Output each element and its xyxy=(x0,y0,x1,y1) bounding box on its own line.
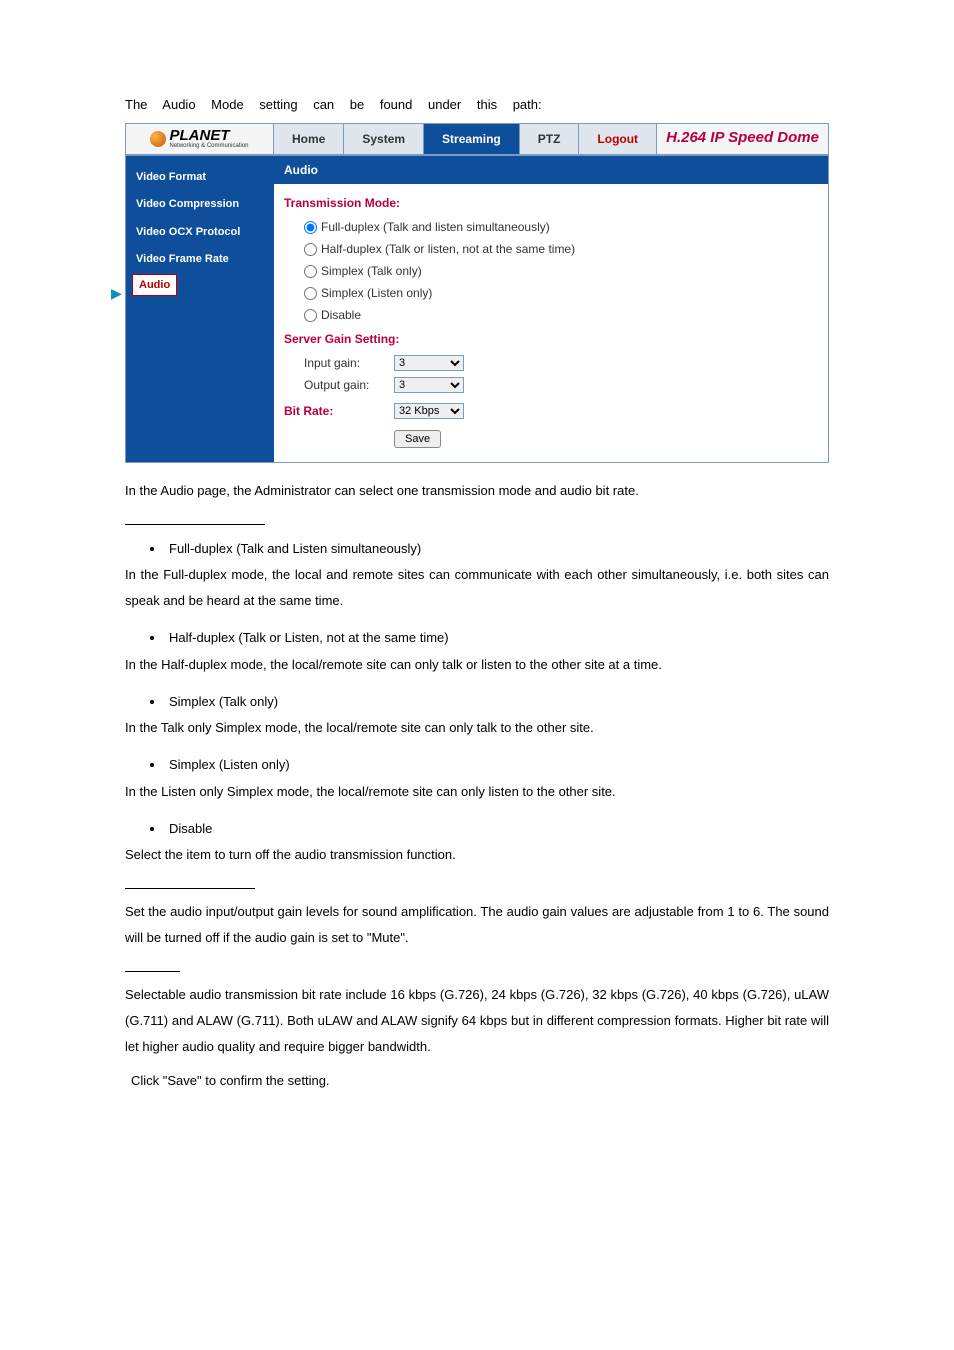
bullet-disable: Disable xyxy=(165,819,829,839)
radio-simplex-listen[interactable] xyxy=(304,287,317,300)
gain-text: Set the audio input/output gain levels f… xyxy=(125,899,829,951)
bullet-half-duplex: Half-duplex (Talk or Listen, not at the … xyxy=(165,628,829,648)
content-header: Audio xyxy=(274,156,828,184)
input-gain-select[interactable]: 3 xyxy=(394,355,464,371)
nav-ptz[interactable]: PTZ xyxy=(520,124,580,154)
server-gain-label: Server Gain Setting: xyxy=(284,330,818,348)
bitrate-label: Bit Rate: xyxy=(284,402,394,420)
radio-full-duplex-label: Full-duplex (Talk and listen simultaneou… xyxy=(321,220,550,234)
section-divider-2 xyxy=(125,888,255,889)
radio-full-duplex[interactable] xyxy=(304,221,317,234)
bullet-simplex-talk: Simplex (Talk only) xyxy=(165,692,829,712)
save-button[interactable]: Save xyxy=(394,430,441,448)
after-image-text: In the Audio page, the Administrator can… xyxy=(125,478,829,504)
bitrate-select[interactable]: 32 Kbps xyxy=(394,403,464,419)
output-gain-select[interactable]: 3 xyxy=(394,377,464,393)
sidebar-video-ocx[interactable]: Video OCX Protocol xyxy=(126,219,274,246)
input-gain-label: Input gain: xyxy=(304,354,394,372)
sidebar-video-compression[interactable]: Video Compression xyxy=(126,191,274,218)
sidebar-video-frame-rate[interactable]: Video Frame Rate xyxy=(126,246,274,273)
planet-logo: PLANET Networking & Communication xyxy=(150,128,248,149)
sidebar-video-format[interactable]: Video Format xyxy=(126,164,274,191)
globe-icon xyxy=(150,131,166,147)
sidebar-audio[interactable]: Audio xyxy=(132,274,177,297)
logo-text: PLANET xyxy=(169,128,248,143)
radio-simplex-talk-label: Simplex (Talk only) xyxy=(321,264,422,278)
logo-subtitle: Networking & Communication xyxy=(169,143,248,149)
product-brand: H.264 IP Speed Dome xyxy=(657,124,828,154)
bullet-full-duplex: Full-duplex (Talk and Listen simultaneou… xyxy=(165,539,829,559)
save-note: Click "Save" to confirm the setting. xyxy=(125,1068,829,1094)
sidebar: Video Format Video Compression Video OCX… xyxy=(126,156,274,462)
section-divider-1 xyxy=(125,524,265,525)
intro-text: The Audio Mode setting can be found unde… xyxy=(125,95,829,115)
radio-disable[interactable] xyxy=(304,309,317,322)
topbar: PLANET Networking & Communication Home S… xyxy=(126,124,828,156)
logo-cell: PLANET Networking & Communication xyxy=(126,124,274,154)
half-duplex-text: In the Half-duplex mode, the local/remot… xyxy=(125,652,829,678)
bullet-simplex-listen: Simplex (Listen only) xyxy=(165,755,829,775)
nav-system[interactable]: System xyxy=(344,124,424,154)
nav-streaming[interactable]: Streaming xyxy=(424,124,520,154)
disable-text: Select the item to turn off the audio tr… xyxy=(125,842,829,868)
simplex-talk-text: In the Talk only Simplex mode, the local… xyxy=(125,715,829,741)
bitrate-text: Selectable audio transmission bit rate i… xyxy=(125,982,829,1060)
transmission-mode-label: Transmission Mode: xyxy=(284,194,818,212)
nav-logout[interactable]: Logout xyxy=(579,124,657,154)
radio-simplex-listen-label: Simplex (Listen only) xyxy=(321,286,432,300)
radio-half-duplex[interactable] xyxy=(304,243,317,256)
section-divider-3 xyxy=(125,971,180,972)
sidebar-pointer-icon: ▶ xyxy=(111,283,122,304)
full-duplex-text: In the Full-duplex mode, the local and r… xyxy=(125,562,829,614)
radio-half-duplex-label: Half-duplex (Talk or listen, not at the … xyxy=(321,242,575,256)
simplex-listen-text: In the Listen only Simplex mode, the loc… xyxy=(125,779,829,805)
radio-simplex-talk[interactable] xyxy=(304,265,317,278)
admin-ui-screenshot: ▶ PLANET Networking & Communication Home… xyxy=(125,123,829,463)
nav-home[interactable]: Home xyxy=(274,124,344,154)
radio-disable-label: Disable xyxy=(321,308,361,322)
output-gain-label: Output gain: xyxy=(304,376,394,394)
